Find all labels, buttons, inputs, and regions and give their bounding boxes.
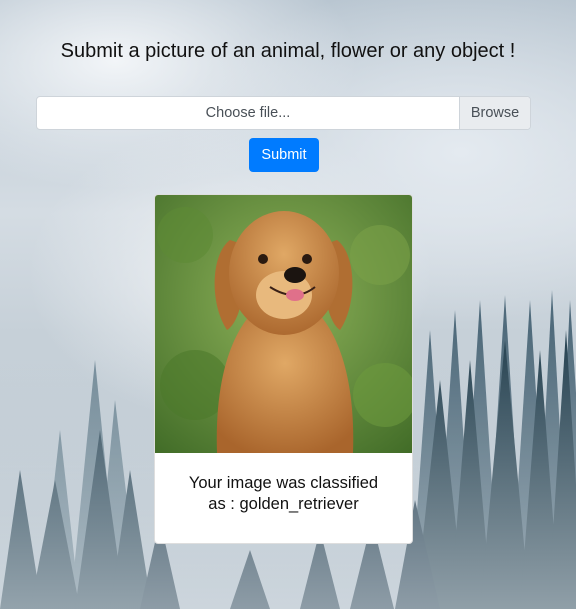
submit-button[interactable]: Submit	[249, 138, 319, 172]
browse-button[interactable]: Browse	[459, 97, 530, 129]
result-line-1: Your image was classified	[188, 474, 379, 492]
file-input[interactable]: Choose file... Browse	[36, 96, 531, 130]
result-card: Your image was classified as : golden_re…	[154, 194, 413, 544]
result-line-2: as : golden_retriever	[208, 495, 359, 513]
file-placeholder[interactable]: Choose file...	[37, 97, 459, 129]
classification-result: Your image was classified as : golden_re…	[155, 453, 412, 515]
golden-retriever-photo	[155, 195, 412, 453]
page-title: Submit a picture of an animal, flower or…	[60, 40, 516, 62]
